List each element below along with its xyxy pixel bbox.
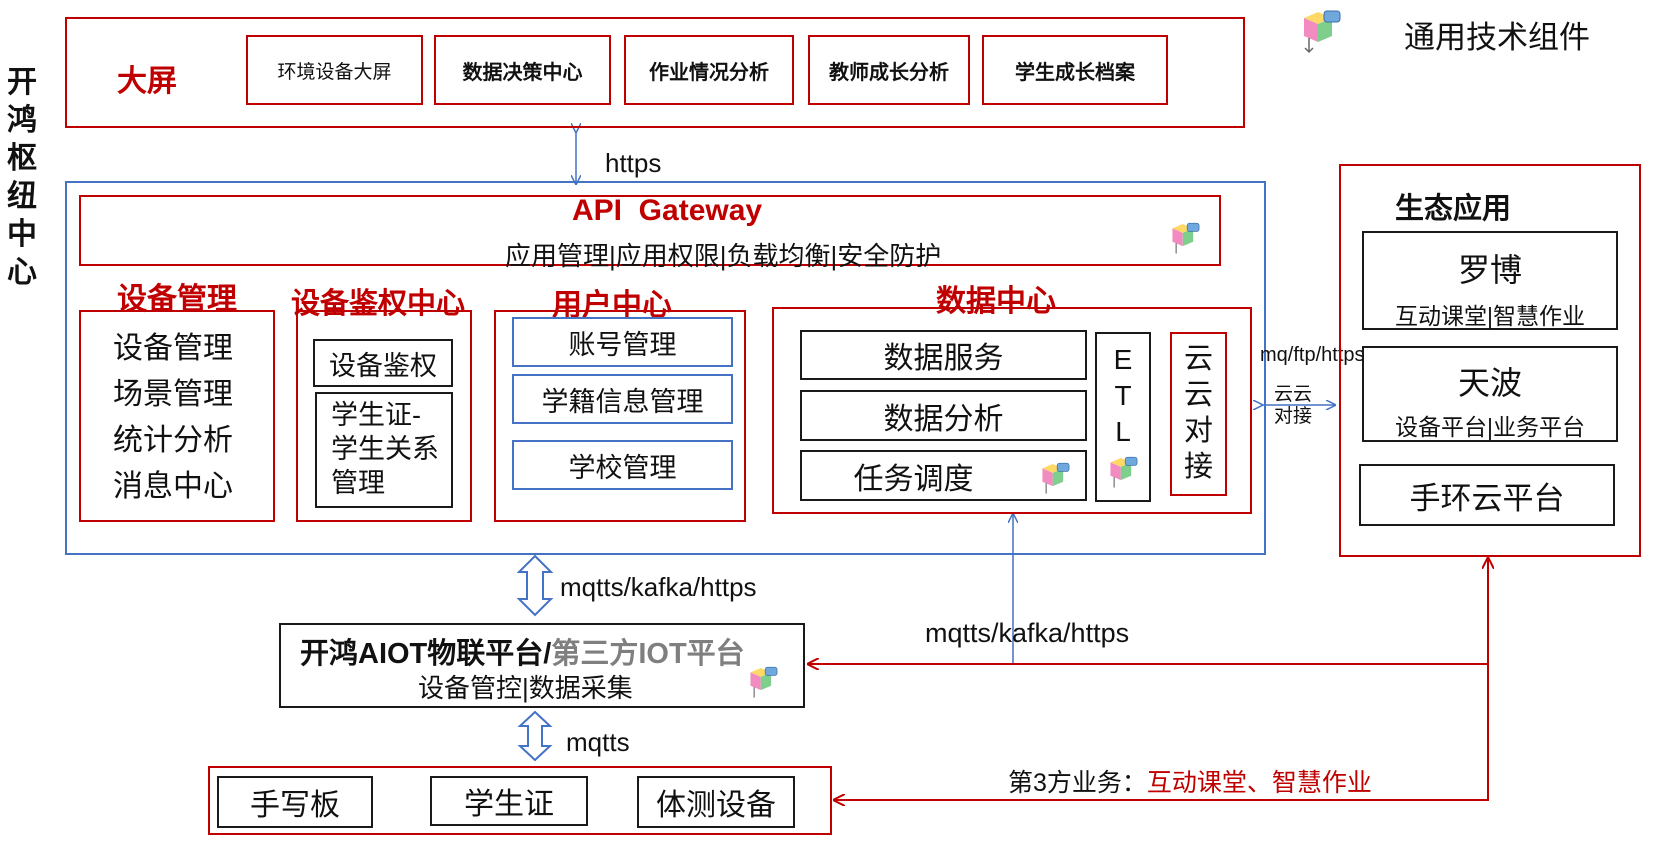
- device-mgmt-item[interactable]: 场景管理: [113, 372, 273, 418]
- eco-item-band-cloud[interactable]: 手环云平台: [1359, 464, 1615, 526]
- third-party-label: 第3方业务：互动课堂、智慧作业: [1008, 769, 1372, 797]
- aiot-platform-title: 开鸿AIOT物联平台/第三方IOT平台: [300, 638, 745, 670]
- generic-component-icon: [1298, 8, 1344, 54]
- label-mqtts-kafka-https-1: mqtts/kafka/https: [560, 572, 757, 602]
- legend-label: 通用技术组件: [1404, 20, 1590, 55]
- device-mgmt-item[interactable]: 设备管理: [113, 326, 273, 372]
- user-center-item[interactable]: 账号管理: [512, 317, 733, 367]
- data-analysis-item[interactable]: 数据分析: [800, 390, 1087, 441]
- link-hub-aiot: [516, 554, 554, 617]
- label-mqtts-kafka-https-2: mqtts/kafka/https: [925, 618, 1130, 648]
- student-card-relation-item[interactable]: 学生证-学生关系管理: [315, 392, 453, 508]
- cloud-docking-item[interactable]: 云 云 对 接: [1170, 332, 1227, 496]
- device-mgmt-item[interactable]: 统计分析: [113, 418, 273, 464]
- device-mgmt-item[interactable]: 消息中心: [113, 464, 273, 510]
- label-mqtts: mqtts: [566, 727, 630, 757]
- eco-item-tianbo[interactable]: 天波 设备平台|业务平台: [1362, 346, 1618, 442]
- screen-item-decision[interactable]: 数据决策中心: [434, 35, 611, 105]
- data-service-item[interactable]: 数据服务: [800, 330, 1087, 380]
- hub-vertical-title: 开 鸿 枢 纽 中 心: [7, 66, 37, 289]
- screen-item-env[interactable]: 环境设备大屏: [246, 35, 423, 105]
- link-aiot-devices: [517, 710, 553, 762]
- eco-item-luobo[interactable]: 罗博 互动课堂|智慧作业: [1362, 231, 1618, 330]
- api-gateway-title: API Gateway: [572, 194, 763, 227]
- device-mgmt-panel: 设备管理 场景管理 统计分析 消息中心: [79, 310, 275, 522]
- generic-component-icon: [1038, 460, 1072, 496]
- screen-item-teacher[interactable]: 教师成长分析: [808, 35, 970, 105]
- device-item-student-card[interactable]: 学生证: [430, 776, 588, 826]
- user-center-item[interactable]: 学籍信息管理: [512, 374, 733, 424]
- screen-item-homework[interactable]: 作业情况分析: [624, 35, 794, 105]
- generic-component-icon: [746, 664, 780, 700]
- aiot-platform-subtitle: 设备管控|数据采集: [418, 673, 633, 703]
- eco-title: 生态应用: [1395, 193, 1512, 225]
- label-https: https: [605, 148, 662, 178]
- device-item-tablet[interactable]: 手写板: [217, 776, 373, 828]
- screen-item-student[interactable]: 学生成长档案: [982, 35, 1168, 105]
- screen-title: 大屏: [117, 65, 177, 98]
- user-center-item[interactable]: 学校管理: [512, 440, 733, 490]
- generic-component-icon: [1168, 220, 1202, 256]
- api-gateway-subtitle: 应用管理|应用权限|负载均衡|安全防护: [505, 241, 942, 271]
- generic-component-icon: [1106, 454, 1140, 490]
- device-auth-item[interactable]: 设备鉴权: [313, 339, 453, 387]
- device-item-fitness[interactable]: 体测设备: [637, 776, 795, 828]
- cloud-docking-label: 云云 对接: [1274, 384, 1313, 427]
